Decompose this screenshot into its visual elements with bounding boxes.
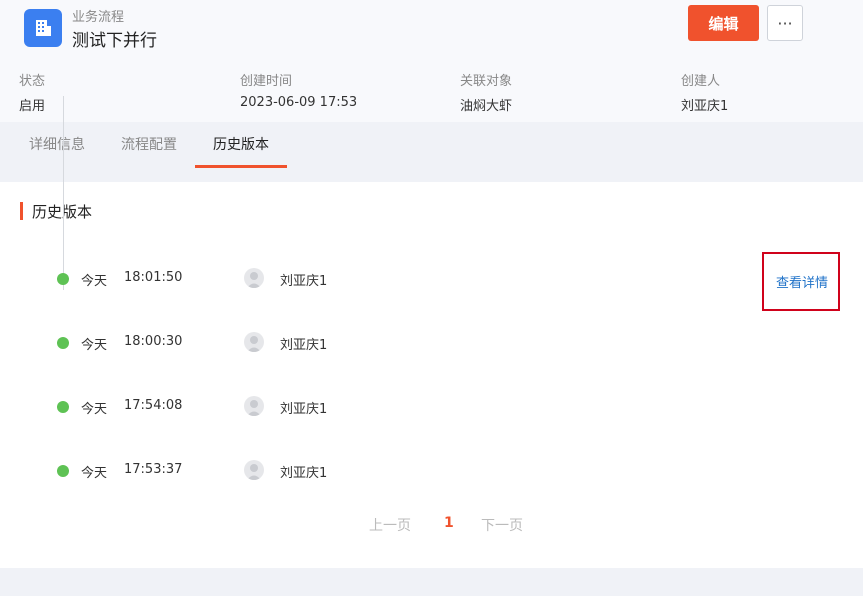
record-header: 业务流程 测试下并行 编辑 ··· 状态 启用 创建时间 2023-06-09 …	[0, 0, 863, 122]
timeline-item: 今天 18:00:30 刘亚庆1	[0, 332, 863, 354]
tab-details[interactable]: 详细信息	[29, 134, 85, 154]
tab-history[interactable]: 历史版本	[213, 134, 269, 154]
meta-value: 启用	[19, 99, 46, 114]
timeline-line	[63, 96, 64, 290]
meta-created-time: 创建时间 2023-06-09 17:53	[240, 70, 357, 110]
timeline-user: 刘亚庆1	[280, 466, 328, 481]
timeline-item: 今天 17:54:08 刘亚庆1	[0, 396, 863, 418]
timeline-item: 今天 18:01:50 刘亚庆1	[0, 268, 863, 290]
meta-label: 创建人	[681, 74, 721, 89]
timeline-time: 17:54:08	[124, 398, 183, 413]
current-page[interactable]: 1	[444, 515, 454, 531]
breadcrumb: 业务流程	[72, 10, 125, 25]
avatar	[244, 396, 264, 416]
timeline-time: 18:01:50	[124, 270, 183, 285]
timeline-user: 刘亚庆1	[280, 274, 328, 289]
more-options-button[interactable]: ···	[767, 5, 803, 41]
meta-value: 油焖大虾	[460, 99, 513, 114]
meta-creator: 创建人 刘亚庆1	[681, 70, 728, 114]
tab-bar: 详细信息 流程配置 历史版本	[0, 122, 863, 180]
meta-related-object: 关联对象 油焖大虾	[460, 70, 512, 114]
timeline-dot	[57, 465, 69, 477]
next-page-button[interactable]: 下一页	[481, 515, 523, 535]
tab-flow-config[interactable]: 流程配置	[121, 134, 177, 154]
active-tab-indicator	[195, 165, 287, 168]
more-icon: ···	[777, 13, 793, 33]
timeline-day: 今天	[81, 338, 108, 353]
meta-label: 状态	[19, 74, 46, 89]
timeline-user: 刘亚庆1	[280, 338, 328, 353]
avatar	[244, 332, 264, 352]
timeline-day: 今天	[81, 466, 108, 481]
meta-label: 关联对象	[460, 74, 513, 89]
avatar	[244, 460, 264, 480]
meta-value: 2023-06-09 17:53	[240, 95, 358, 110]
timeline-user: 刘亚庆1	[280, 402, 328, 417]
timeline-dot	[57, 337, 69, 349]
timeline-time: 17:53:37	[124, 462, 183, 477]
page-title: 测试下并行	[72, 31, 157, 51]
timeline-dot	[57, 401, 69, 413]
prev-page-button[interactable]: 上一页	[369, 515, 411, 535]
timeline-time: 18:00:30	[124, 334, 183, 349]
section-accent-bar	[20, 202, 23, 220]
timeline-item: 今天 17:53:37 刘亚庆1	[0, 460, 863, 482]
timeline-day: 今天	[81, 274, 108, 289]
history-panel: 历史版本	[0, 182, 863, 568]
building-icon	[24, 9, 62, 47]
meta-value: 刘亚庆1	[681, 99, 729, 114]
avatar	[244, 268, 264, 288]
timeline-dot	[57, 273, 69, 285]
meta-status: 状态 启用	[19, 70, 45, 114]
view-details-link[interactable]: 查看详情	[776, 272, 828, 291]
meta-label: 创建时间	[240, 74, 293, 89]
edit-button[interactable]: 编辑	[688, 5, 759, 41]
timeline-day: 今天	[81, 402, 108, 417]
section-title: 历史版本	[32, 203, 93, 221]
